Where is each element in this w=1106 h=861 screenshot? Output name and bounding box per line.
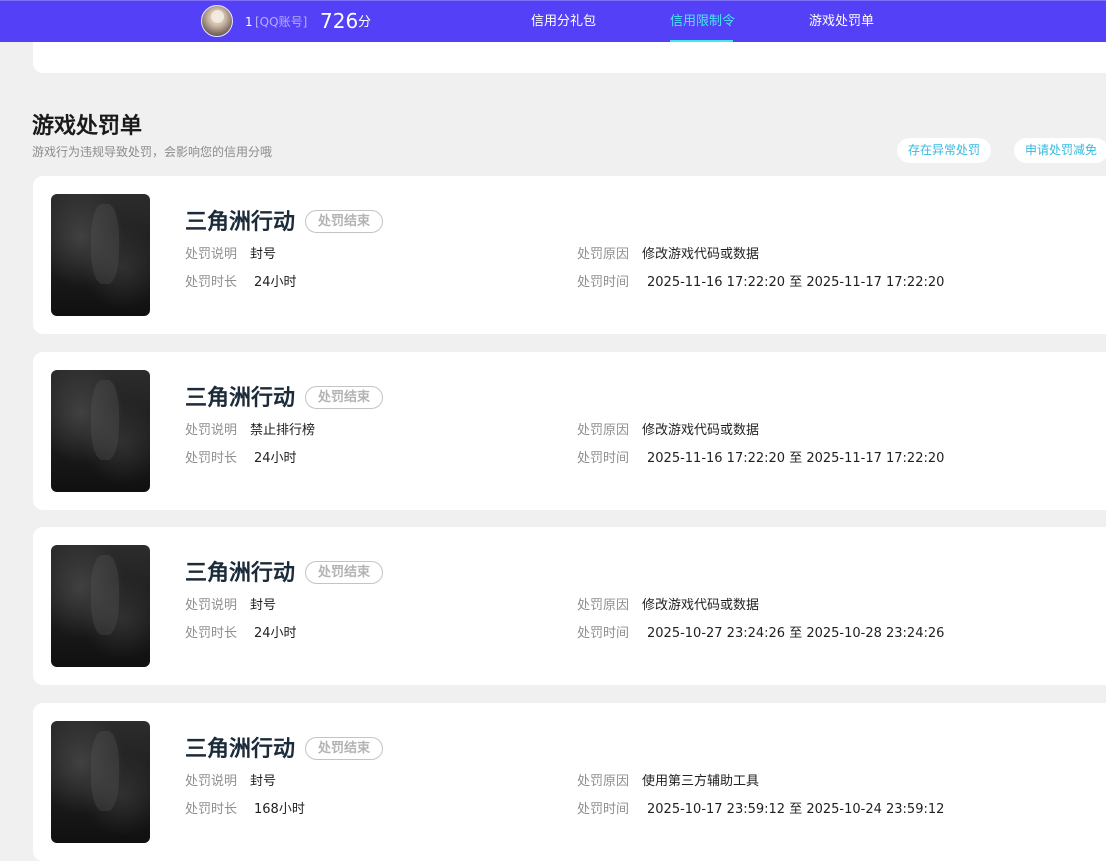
- reason-value: 修改游戏代码或数据: [642, 598, 760, 613]
- status-badge: 处罚结束: [305, 561, 384, 584]
- tab-credit-restriction[interactable]: 信用限制令: [670, 13, 735, 31]
- game-cover-image: [51, 721, 150, 843]
- penalty-card[interactable]: 三角洲行动 处罚结束 处罚说明 封号 处罚时长 24小时 处罚原因 修改游戏代码…: [33, 176, 1106, 334]
- penalty-card[interactable]: 三角洲行动 处罚结束 处罚说明 禁止排行榜 处罚时长 24小时 处罚原因 修改游…: [33, 352, 1106, 510]
- section-subtitle: 游戏行为违规导致处罚，会影响您的信用分哦: [32, 145, 273, 159]
- description-value: 封号: [250, 774, 277, 789]
- description-label: 处罚说明: [185, 598, 238, 613]
- reason-value: 修改游戏代码或数据: [642, 423, 760, 438]
- reason-label: 处罚原因: [577, 774, 630, 789]
- reason-value: 修改游戏代码或数据: [642, 247, 760, 262]
- time-value: 2025-11-16 17:22:20 至 2025-11-17 17:22:2…: [647, 451, 945, 466]
- account-number: 1: [245, 15, 253, 29]
- game-name: 三角洲行动: [185, 210, 296, 235]
- penalty-card[interactable]: 三角洲行动 处罚结束 处罚说明 封号 处罚时长 24小时 处罚原因 修改游戏代码…: [33, 527, 1106, 685]
- reason-value: 使用第三方辅助工具: [642, 774, 760, 789]
- time-label: 处罚时间: [577, 451, 630, 466]
- status-badge: 处罚结束: [305, 386, 384, 409]
- credit-score-unit: 分: [358, 15, 372, 30]
- game-cover-image: [51, 370, 150, 492]
- tab-credit-gift[interactable]: 信用分礼包: [531, 13, 596, 31]
- description-label: 处罚说明: [185, 774, 238, 789]
- game-name: 三角洲行动: [185, 737, 296, 762]
- game-name: 三角洲行动: [185, 561, 296, 586]
- penalty-card[interactable]: 三角洲行动 处罚结束 处罚说明 封号 处罚时长 168小时 处罚原因 使用第三方…: [33, 703, 1106, 861]
- top-nav-bar: 1 [QQ账号] 726 分 信用分礼包 信用限制令 游戏处罚单: [0, 0, 1106, 42]
- status-badge: 处罚结束: [305, 210, 384, 233]
- tab-game-penalty[interactable]: 游戏处罚单: [809, 13, 874, 31]
- description-label: 处罚说明: [185, 423, 238, 438]
- credit-score: 726: [320, 9, 359, 33]
- description-value: 封号: [250, 247, 277, 262]
- time-value: 2025-10-27 23:24:26 至 2025-10-28 23:24:2…: [647, 626, 945, 641]
- previous-card: [33, 42, 1106, 73]
- game-cover-image: [51, 545, 150, 667]
- duration-label: 处罚时长: [185, 451, 238, 466]
- time-label: 处罚时间: [577, 802, 630, 817]
- duration-value: 24小时: [254, 626, 297, 641]
- duration-label: 处罚时长: [185, 275, 238, 290]
- duration-label: 处罚时长: [185, 802, 238, 817]
- abnormal-penalty-button[interactable]: 存在异常处罚: [897, 138, 992, 163]
- duration-label: 处罚时长: [185, 626, 238, 641]
- duration-value: 24小时: [254, 451, 297, 466]
- description-value: 禁止排行榜: [250, 423, 316, 438]
- duration-value: 24小时: [254, 275, 297, 290]
- description-value: 封号: [250, 598, 277, 613]
- game-name: 三角洲行动: [185, 386, 296, 411]
- account-type: [QQ账号]: [255, 15, 308, 29]
- reason-label: 处罚原因: [577, 247, 630, 262]
- time-value: 2025-11-16 17:22:20 至 2025-11-17 17:22:2…: [647, 275, 945, 290]
- description-label: 处罚说明: [185, 247, 238, 262]
- duration-value: 168小时: [254, 802, 305, 817]
- section-title: 游戏处罚单: [32, 114, 143, 139]
- reason-label: 处罚原因: [577, 598, 630, 613]
- time-value: 2025-10-17 23:59:12 至 2025-10-24 23:59:1…: [647, 802, 945, 817]
- reason-label: 处罚原因: [577, 423, 630, 438]
- avatar[interactable]: [201, 5, 233, 37]
- penalty-reduction-button[interactable]: 申请处罚减免: [1014, 138, 1106, 163]
- time-label: 处罚时间: [577, 275, 630, 290]
- status-badge: 处罚结束: [305, 737, 384, 760]
- time-label: 处罚时间: [577, 626, 630, 641]
- game-cover-image: [51, 194, 150, 316]
